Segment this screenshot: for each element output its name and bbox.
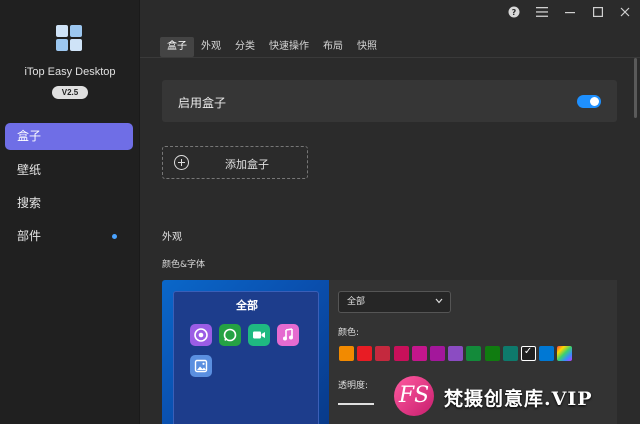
watermark: FS 梵摄创意库.VIP <box>384 372 640 424</box>
enable-box-label: 启用盒子 <box>178 96 227 110</box>
tab-bar: 盒子 外观 分类 快速操作 布局 快照 <box>160 37 384 57</box>
appearance-section-title: 外观 <box>162 232 182 243</box>
color-swatches <box>339 346 573 361</box>
color-swatch[interactable] <box>339 346 354 361</box>
svg-text:?: ? <box>512 8 517 17</box>
color-swatch[interactable] <box>429 346 445 361</box>
watermark-logo: FS <box>394 376 434 416</box>
tab-divider <box>140 57 640 58</box>
color-swatch[interactable] <box>484 346 500 361</box>
menu-icon[interactable] <box>535 5 549 19</box>
color-swatch[interactable] <box>375 346 391 361</box>
color-swatch[interactable] <box>557 346 573 361</box>
category-select[interactable]: 全部 <box>338 291 451 313</box>
maximize-icon[interactable] <box>591 5 605 19</box>
enable-box-toggle[interactable] <box>577 95 601 108</box>
close-icon[interactable] <box>618 5 632 19</box>
toggle-knob <box>590 97 599 106</box>
color-swatch[interactable] <box>520 346 536 361</box>
scrollbar[interactable] <box>634 58 637 118</box>
sidebar: iTop Easy Desktop V2.5 盒子 壁纸 搜索 部件 <box>0 0 140 424</box>
opacity-label: 透明度: <box>338 381 369 391</box>
preview-title: 全部 <box>236 299 258 312</box>
chrome-icon <box>190 324 212 346</box>
version-badge: V2.5 <box>52 86 88 99</box>
sidebar-item-label: 搜索 <box>17 196 42 210</box>
help-icon[interactable]: ? <box>507 5 521 19</box>
color-swatch[interactable] <box>539 346 555 361</box>
plus-circle-icon <box>174 155 189 170</box>
chevron-down-icon <box>435 292 443 312</box>
app-logo-icon <box>56 25 82 51</box>
color-font-title: 颜色&字体 <box>162 260 206 270</box>
sidebar-item-label: 盒子 <box>17 129 42 143</box>
color-swatch[interactable] <box>357 346 373 361</box>
opacity-slider[interactable] <box>338 403 374 405</box>
color-swatch[interactable] <box>393 346 409 361</box>
photos-icon <box>190 355 212 377</box>
enable-box-card: 启用盒子 <box>162 80 617 122</box>
notification-dot <box>112 234 117 239</box>
color-swatch[interactable] <box>466 346 482 361</box>
add-box-label: 添加盒子 <box>225 158 269 171</box>
color-swatch[interactable] <box>502 346 518 361</box>
tab-snapshot[interactable]: 快照 <box>350 37 384 57</box>
whatsapp-icon <box>219 324 241 346</box>
box-preview: 全部 <box>162 280 329 424</box>
sidebar-item-label: 壁纸 <box>17 163 42 177</box>
sidebar-item-search[interactable]: 搜索 <box>5 190 133 217</box>
tab-appearance[interactable]: 外观 <box>194 37 228 57</box>
tab-layout[interactable]: 布局 <box>316 37 350 57</box>
tab-quick-actions[interactable]: 快速操作 <box>262 37 316 57</box>
category-select-value: 全部 <box>347 297 366 307</box>
preview-box: 全部 <box>173 291 319 424</box>
sidebar-item-widgets[interactable]: 部件 <box>5 223 133 250</box>
color-label: 颜色: <box>338 328 360 338</box>
tab-box[interactable]: 盒子 <box>160 37 194 57</box>
sidebar-item-wallpaper[interactable]: 壁纸 <box>5 157 133 184</box>
tab-category[interactable]: 分类 <box>228 37 262 57</box>
color-swatch[interactable] <box>411 346 427 361</box>
music-icon <box>277 324 299 346</box>
app-name: iTop Easy Desktop <box>24 66 116 78</box>
sidebar-item-label: 部件 <box>17 229 42 243</box>
minimize-icon[interactable] <box>563 5 577 19</box>
video-icon <box>248 324 270 346</box>
color-swatch[interactable] <box>448 346 464 361</box>
add-box-button[interactable]: 添加盒子 <box>162 146 308 179</box>
sidebar-item-box[interactable]: 盒子 <box>5 123 133 150</box>
watermark-text: 梵摄创意库.VIP <box>444 388 593 410</box>
